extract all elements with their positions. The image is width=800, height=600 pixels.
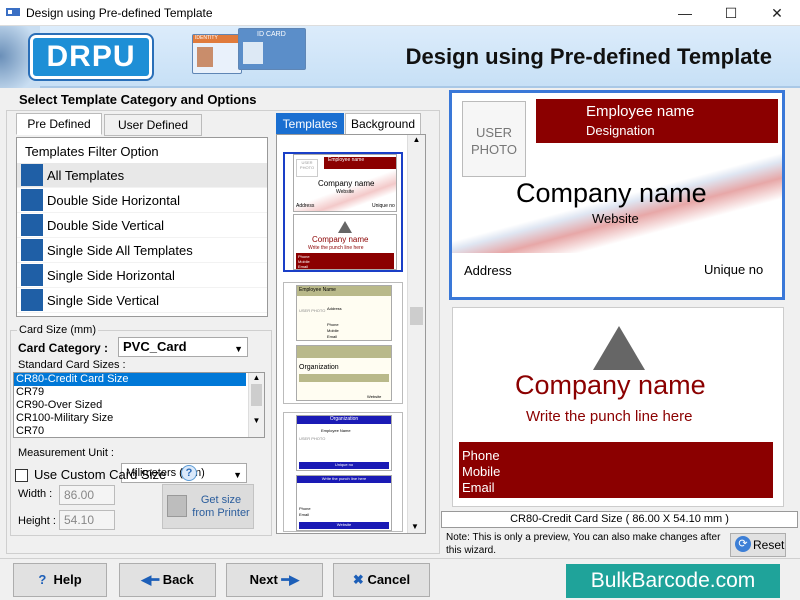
height-label: Height :: [18, 515, 56, 527]
tab-pre-defined[interactable]: Pre Defined: [16, 113, 102, 135]
all-templates-icon: [21, 164, 43, 186]
id-card-graphic-2: ID CARD: [238, 28, 306, 70]
help-question-icon: ?: [38, 572, 47, 587]
reset-button[interactable]: ⟳ Reset: [730, 533, 786, 557]
filter-item-double-side-horizontal[interactable]: Double Side Horizontal: [17, 188, 267, 213]
user-photo-placeholder: USER PHOTO: [462, 101, 526, 177]
standard-sizes-list[interactable]: CR80-Credit Card Size CR79 CR90-Over Siz…: [13, 372, 265, 438]
footer-divider: [0, 558, 800, 559]
custom-size-label: Use Custom Card Size: [34, 467, 167, 482]
section-title: Select Template Category and Options: [19, 92, 257, 107]
filter-item-double-side-vertical[interactable]: Double Side Vertical: [17, 213, 267, 238]
address: Address: [464, 263, 512, 278]
tab-background[interactable]: Background: [345, 113, 421, 135]
employee-banner: Employee name Designation: [536, 99, 778, 143]
thumb3-front: Organization Employee Name USER PHOTO Un…: [296, 415, 392, 471]
id-card-graphic-1: IDENTITY: [192, 34, 242, 74]
company-name: Company name: [516, 178, 707, 208]
preview-front-card: USER PHOTO Employee name Designation Comp…: [449, 90, 785, 300]
templates-scrollbar[interactable]: ▲ ▼: [407, 135, 425, 533]
template-filter-list: Templates Filter Option All Templates Do…: [16, 137, 268, 317]
custom-size-checkbox[interactable]: [15, 469, 28, 482]
drpu-logo: DRPU: [30, 35, 152, 79]
website: Website: [592, 211, 639, 226]
get-size-from-printer-button[interactable]: Get size from Printer: [162, 484, 254, 529]
id-card-single-icon: [21, 239, 43, 261]
arrow-right-icon: ━▶: [281, 572, 300, 587]
next-button[interactable]: Next ━▶: [226, 563, 323, 597]
help-icon[interactable]: ?: [181, 465, 197, 481]
punch-line: Write the punch line here: [526, 408, 693, 425]
printer-gear-icon: [167, 495, 187, 517]
back-company-name: Company name: [515, 370, 706, 400]
width-label: Width :: [18, 488, 53, 500]
thumb2-back: Organization Website: [296, 345, 392, 401]
title-bar: Design using Pre-defined Template — ☐ ✕: [0, 0, 800, 26]
card-category-select[interactable]: PVC_Card ▼: [118, 337, 248, 357]
size-item[interactable]: CR80-Credit Card Size: [14, 373, 246, 386]
thumb3-back: Write the punch line here Phone Email We…: [296, 475, 392, 531]
header-banner: DRPU IDENTITY ID CARD Design using Pre-d…: [0, 26, 800, 88]
logo-triangle-icon: [593, 326, 645, 370]
standard-sizes-label: Standard Card Sizes :: [18, 359, 126, 371]
cancel-button[interactable]: ✖ Cancel: [333, 563, 430, 597]
filter-header: Templates Filter Option: [25, 144, 159, 159]
template-thumb-2[interactable]: Employee Name USER PHOTO Address Phone Mo…: [283, 282, 403, 404]
app-icon: [6, 8, 20, 16]
card-size-group-label: Card Size (mm): [17, 324, 99, 336]
window-title: Design using Pre-defined Template: [26, 6, 213, 20]
tab-user-defined[interactable]: User Defined: [104, 114, 202, 136]
header-title: Design using Pre-defined Template: [405, 44, 772, 69]
size-item[interactable]: CR79: [14, 386, 264, 399]
filter-item-all-templates[interactable]: All Templates: [17, 163, 267, 188]
chevron-down-icon: ▼: [234, 344, 243, 354]
back-button[interactable]: ◀━ Back: [119, 563, 216, 597]
size-item[interactable]: CR90-Over Sized: [14, 399, 264, 412]
arrow-left-icon: ◀━: [141, 572, 160, 587]
id-card-horizontal-icon: [21, 264, 43, 286]
sizes-scrollbar[interactable]: ▲ ▼: [248, 373, 264, 437]
brand-banner: BulkBarcode.com: [566, 564, 780, 598]
scroll-thumb[interactable]: [410, 307, 423, 325]
width-input[interactable]: 86.00: [59, 485, 115, 505]
thumb1-back: Company name Write the punch line here P…: [293, 214, 397, 270]
size-caption: CR80-Credit Card Size ( 86.00 X 54.10 mm…: [441, 511, 798, 528]
filter-item-single-side-vertical[interactable]: Single Side Vertical: [17, 288, 267, 313]
size-item[interactable]: CR100-Military Size: [14, 412, 264, 425]
maximize-button[interactable]: ☐: [708, 0, 754, 26]
chevron-down-icon: ▼: [233, 470, 242, 480]
close-button[interactable]: ✕: [754, 0, 800, 26]
refresh-icon: ⟳: [735, 536, 751, 552]
tab-templates[interactable]: Templates: [276, 113, 344, 135]
id-card-vertical-icon: [21, 289, 43, 311]
size-item[interactable]: CR70: [14, 425, 264, 438]
id-card-horizontal-icon: [21, 189, 43, 211]
thumb1-front: Employee name USER PHOTO Company name We…: [293, 154, 397, 212]
card-category-label: Card Category :: [18, 341, 109, 355]
minimize-button[interactable]: —: [662, 0, 708, 26]
filter-item-single-side-horizontal[interactable]: Single Side Horizontal: [17, 263, 267, 288]
template-thumb-3[interactable]: Organization Employee Name USER PHOTO Un…: [283, 412, 403, 532]
height-input[interactable]: 54.10: [59, 510, 115, 530]
close-x-icon: ✖: [352, 572, 364, 587]
contact-banner: Phone Mobile Email: [459, 442, 773, 498]
template-thumb-1[interactable]: Employee name USER PHOTO Company name We…: [283, 152, 403, 272]
help-button[interactable]: ? Help: [13, 563, 107, 597]
measurement-unit-label: Measurement Unit :: [18, 447, 114, 459]
preview-back-card: Company name Write the punch line here P…: [452, 307, 784, 507]
filter-item-single-side-all[interactable]: Single Side All Templates: [17, 238, 267, 263]
thumb2-front: Employee Name USER PHOTO Address Phone Mo…: [296, 285, 392, 341]
unique-no: Unique no: [704, 262, 764, 277]
id-card-vertical-icon: [21, 214, 43, 236]
preview-note: Note: This is only a preview, You can al…: [446, 532, 721, 556]
